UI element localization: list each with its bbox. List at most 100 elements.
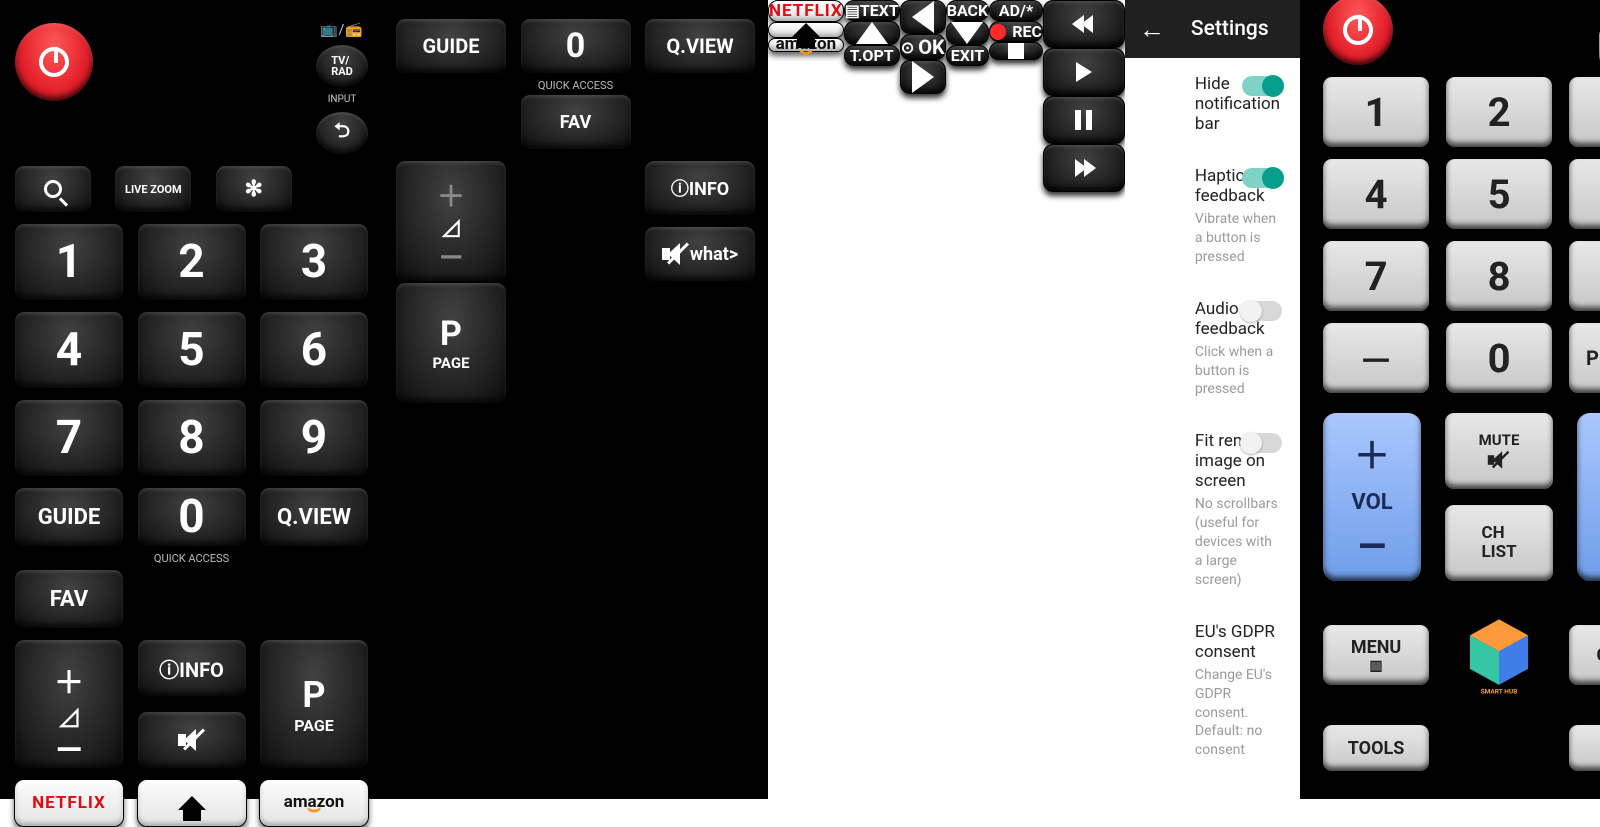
ok-button[interactable]: ⊙OK	[900, 34, 946, 60]
pause-button[interactable]	[1043, 96, 1125, 144]
fav-button[interactable]: FAV	[520, 94, 632, 150]
dpad-left[interactable]	[900, 0, 946, 34]
amazon-button[interactable]: amazon⌣	[259, 779, 369, 827]
guide-button[interactable]: GUIDE	[395, 18, 507, 74]
mute-button[interactable]: MUTE	[1444, 412, 1554, 490]
num-4[interactable]: 4	[14, 311, 124, 389]
netflix-button[interactable]: NETFLIX	[14, 779, 124, 827]
dpad-down[interactable]	[946, 21, 989, 45]
prech-button[interactable]: PRE-CH	[1568, 322, 1600, 394]
guide-button[interactable]: GUIDE	[1568, 624, 1600, 686]
setting-fit-image[interactable]: Fit remote image on screen No scrollbars…	[1125, 415, 1300, 605]
num-5[interactable]: 5	[137, 311, 247, 389]
setting-subtitle: Click when a button is pressed	[1195, 343, 1280, 400]
home-button[interactable]	[137, 779, 247, 827]
ffwd-button[interactable]	[1043, 144, 1125, 192]
setting-subtitle: Vibrate when a button is pressed	[1195, 210, 1280, 267]
rewind-button[interactable]	[1043, 0, 1125, 48]
volume-rocker[interactable]: ＋ ◿ —	[14, 639, 124, 769]
rewind-icon	[1075, 15, 1093, 33]
dpad-right[interactable]	[900, 60, 946, 94]
setting-audio[interactable]: Audio feedback Click when a button is pr…	[1125, 283, 1300, 416]
back-button[interactable]: BACK	[946, 0, 989, 21]
volume-rocker[interactable]: ＋ VOL —	[1322, 412, 1422, 582]
smart-hub-button[interactable]: SMART HUB	[1444, 600, 1554, 710]
num-8[interactable]: 8	[1445, 240, 1553, 312]
stop-button[interactable]	[989, 42, 1043, 60]
fav-button[interactable]: FAV	[14, 569, 124, 629]
qview-button[interactable]: Q.VIEW	[644, 18, 756, 74]
text-button[interactable]: ▤TEXT	[844, 0, 900, 21]
num-3[interactable]: 3	[259, 223, 369, 301]
tools-button[interactable]: TOOLS	[1322, 724, 1430, 772]
tv-rad-indicator-label: 📺/📻	[320, 22, 364, 38]
svg-text:SMART HUB: SMART HUB	[1481, 688, 1518, 695]
qview-button[interactable]: Q.VIEW	[259, 487, 369, 547]
num-6[interactable]: 6	[259, 311, 369, 389]
ad-button[interactable]: AD/*	[989, 0, 1043, 21]
input-button[interactable]: ⮌	[315, 111, 369, 155]
record-icon	[990, 24, 1006, 40]
chlist-button[interactable]: CH LIST	[1444, 504, 1554, 582]
back-button[interactable]: ←	[1139, 14, 1165, 45]
mute-button[interactable]: what>	[644, 226, 756, 282]
minus-icon: —	[440, 240, 463, 275]
vol-down-icon: —	[56, 730, 82, 770]
mute-button[interactable]	[137, 711, 247, 769]
info-button[interactable]: ⓘINFO	[137, 639, 247, 697]
num-2[interactable]: 2	[1445, 76, 1553, 148]
num-3[interactable]: 3	[1568, 76, 1600, 148]
vol-down-icon: —	[1359, 525, 1386, 567]
num-5[interactable]: 5	[1445, 158, 1553, 230]
toggle-fit-image[interactable]	[1242, 433, 1282, 453]
num-1[interactable]: 1	[14, 223, 124, 301]
num-9[interactable]: 9	[259, 399, 369, 477]
search-button[interactable]	[14, 165, 92, 213]
topt-button[interactable]: T.OPT	[844, 45, 900, 66]
num-0[interactable]: 0	[137, 487, 247, 547]
info-button[interactable]: INFO	[1568, 724, 1600, 772]
setting-gdpr[interactable]: EU's GDPR consent Change EU's GDPR conse…	[1125, 606, 1300, 776]
num-1[interactable]: 1	[1322, 76, 1430, 148]
power-icon	[1343, 15, 1373, 45]
page-rocker[interactable]: P PAGE	[395, 282, 507, 404]
home-icon	[178, 796, 206, 810]
guide-button[interactable]: GUIDE	[14, 487, 124, 547]
num-0[interactable]: 0	[1445, 322, 1553, 394]
stop-icon	[1008, 43, 1024, 59]
home-icon	[792, 23, 820, 37]
tv-rad-button[interactable]: TV/ RAD	[315, 44, 369, 88]
setting-hide-notification[interactable]: Hide notification bar	[1125, 58, 1300, 150]
netflix-button[interactable]: NETFLIX	[768, 0, 844, 22]
menu-button[interactable]: MENU ▥	[1322, 624, 1430, 686]
channel-rocker[interactable]: CH	[1576, 412, 1600, 582]
live-zoom-button[interactable]: LIVE ZOOM	[114, 165, 192, 213]
num-7[interactable]: 7	[1322, 240, 1430, 312]
menu-icon: ▥	[1369, 658, 1382, 674]
toggle-audio[interactable]	[1242, 301, 1282, 321]
brightness-icon: ◿	[60, 702, 78, 730]
num-4[interactable]: 4	[1322, 158, 1430, 230]
toggle-hide-notification[interactable]	[1242, 76, 1282, 96]
quickaccess-label: QUICK ACCESS	[14, 553, 369, 565]
play-button[interactable]	[1043, 48, 1125, 96]
num-7[interactable]: 7	[14, 399, 124, 477]
num-6[interactable]: 6	[1568, 158, 1600, 230]
info-button[interactable]: ⓘINFO	[644, 160, 756, 216]
num-8[interactable]: 8	[137, 399, 247, 477]
setting-haptic[interactable]: Haptic feedback Vibrate when a button is…	[1125, 150, 1300, 283]
num-9[interactable]: 9	[1568, 240, 1600, 312]
toggle-haptic[interactable]	[1242, 168, 1282, 188]
volume-rocker[interactable]: ＋ ◿ —	[395, 160, 507, 282]
chlist-label: CH LIST	[1481, 524, 1516, 561]
page-rocker[interactable]: P PAGE	[259, 639, 369, 769]
power-button[interactable]	[1322, 0, 1394, 66]
rec-button[interactable]: REC	[989, 21, 1043, 42]
num-0[interactable]: 0	[520, 18, 632, 74]
dash-button[interactable]: －	[1322, 322, 1430, 394]
settings-button[interactable]: ✻	[215, 165, 293, 213]
num-2[interactable]: 2	[137, 223, 247, 301]
dpad-up[interactable]	[844, 21, 900, 45]
exit-button[interactable]: EXIT	[946, 45, 989, 66]
power-button[interactable]	[14, 22, 94, 102]
